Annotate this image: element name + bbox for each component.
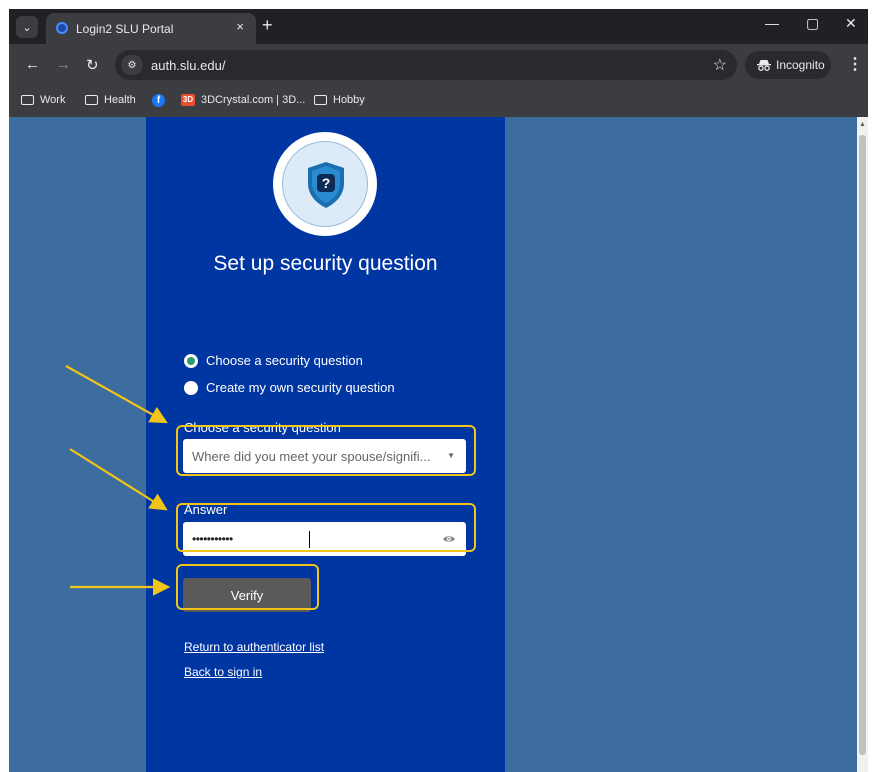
bookmark-label: Hobby xyxy=(333,94,365,106)
logo-inner: ? xyxy=(282,141,368,227)
page-title: Set up security question xyxy=(213,252,438,275)
scrollbar-thumb[interactable] xyxy=(859,135,866,755)
close-window-button[interactable]: ✕ xyxy=(845,15,857,32)
3dcrystal-icon: 3D xyxy=(181,94,195,106)
scrollbar[interactable]: ▲ xyxy=(857,117,868,772)
browser-window: ⌄ Login2 SLU Portal × + — ▢ ✕ ← → ↻ ⚙ au… xyxy=(9,9,868,772)
incognito-label: Incognito xyxy=(776,58,825,72)
bookmark-3dcrystal[interactable]: 3D 3DCrystal.com | 3D... xyxy=(181,94,305,106)
browser-menu-button[interactable]: ⋮ xyxy=(847,54,863,74)
tab-strip: ⌄ Login2 SLU Portal × + — ▢ ✕ xyxy=(9,9,868,44)
svg-text:?: ? xyxy=(322,175,331,191)
tab-close-icon[interactable]: × xyxy=(236,19,244,34)
highlight-verify-button xyxy=(176,564,319,610)
incognito-icon xyxy=(757,60,771,71)
bookmark-label: 3DCrystal.com | 3D... xyxy=(201,94,306,106)
tab-search-button[interactable]: ⌄ xyxy=(16,16,38,38)
logo-circle: ? xyxy=(273,132,377,236)
radio-label: Create my own security question xyxy=(206,380,395,395)
reload-button[interactable]: ↻ xyxy=(86,56,99,74)
folder-icon xyxy=(21,95,34,105)
radio-button[interactable] xyxy=(184,380,198,395)
new-tab-button[interactable]: + xyxy=(262,15,273,36)
forward-button[interactable]: → xyxy=(56,56,71,73)
address-bar[interactable]: ⚙ auth.slu.edu/ ☆ xyxy=(115,50,737,80)
folder-icon xyxy=(85,95,98,105)
minimize-button[interactable]: — xyxy=(765,15,779,31)
url-text: auth.slu.edu/ xyxy=(151,58,226,73)
maximize-button[interactable]: ▢ xyxy=(806,15,819,32)
incognito-badge[interactable]: Incognito xyxy=(745,51,831,79)
slu-favicon-icon xyxy=(56,22,68,34)
bookmark-health[interactable]: Health xyxy=(85,94,136,106)
scroll-up-icon[interactable]: ▲ xyxy=(859,121,866,128)
highlight-question-select xyxy=(176,425,476,476)
facebook-icon: f xyxy=(152,94,165,107)
radio-create-own-question[interactable]: Create my own security question xyxy=(184,380,395,395)
bookmark-facebook[interactable]: f xyxy=(152,94,165,107)
site-settings-icon[interactable]: ⚙ xyxy=(121,55,143,75)
bookmark-label: Health xyxy=(104,94,136,106)
bookmark-work[interactable]: Work xyxy=(21,94,65,106)
bookmark-hobby[interactable]: Hobby xyxy=(314,94,365,106)
bookmark-label: Work xyxy=(40,94,66,106)
browser-toolbar: ← → ↻ ⚙ auth.slu.edu/ ☆ Incognito ⋮ xyxy=(9,44,868,86)
radio-button-selected[interactable] xyxy=(184,353,198,368)
bookmarks-bar: Work Health f 3D 3DCrystal.com | 3D... H… xyxy=(9,86,868,117)
radio-label: Choose a security question xyxy=(206,353,363,368)
highlight-answer-input xyxy=(176,503,476,552)
return-to-authenticator-link[interactable]: Return to authenticator list xyxy=(184,640,324,654)
star-icon[interactable]: ☆ xyxy=(713,55,727,75)
shield-question-icon: ? xyxy=(308,162,344,208)
back-to-sign-in-link[interactable]: Back to sign in xyxy=(184,665,262,679)
radio-choose-question[interactable]: Choose a security question xyxy=(184,353,363,368)
back-button[interactable]: ← xyxy=(25,56,40,73)
tab-title: Login2 SLU Portal xyxy=(76,22,174,36)
active-tab[interactable]: Login2 SLU Portal × xyxy=(46,13,256,44)
folder-icon xyxy=(314,95,327,105)
